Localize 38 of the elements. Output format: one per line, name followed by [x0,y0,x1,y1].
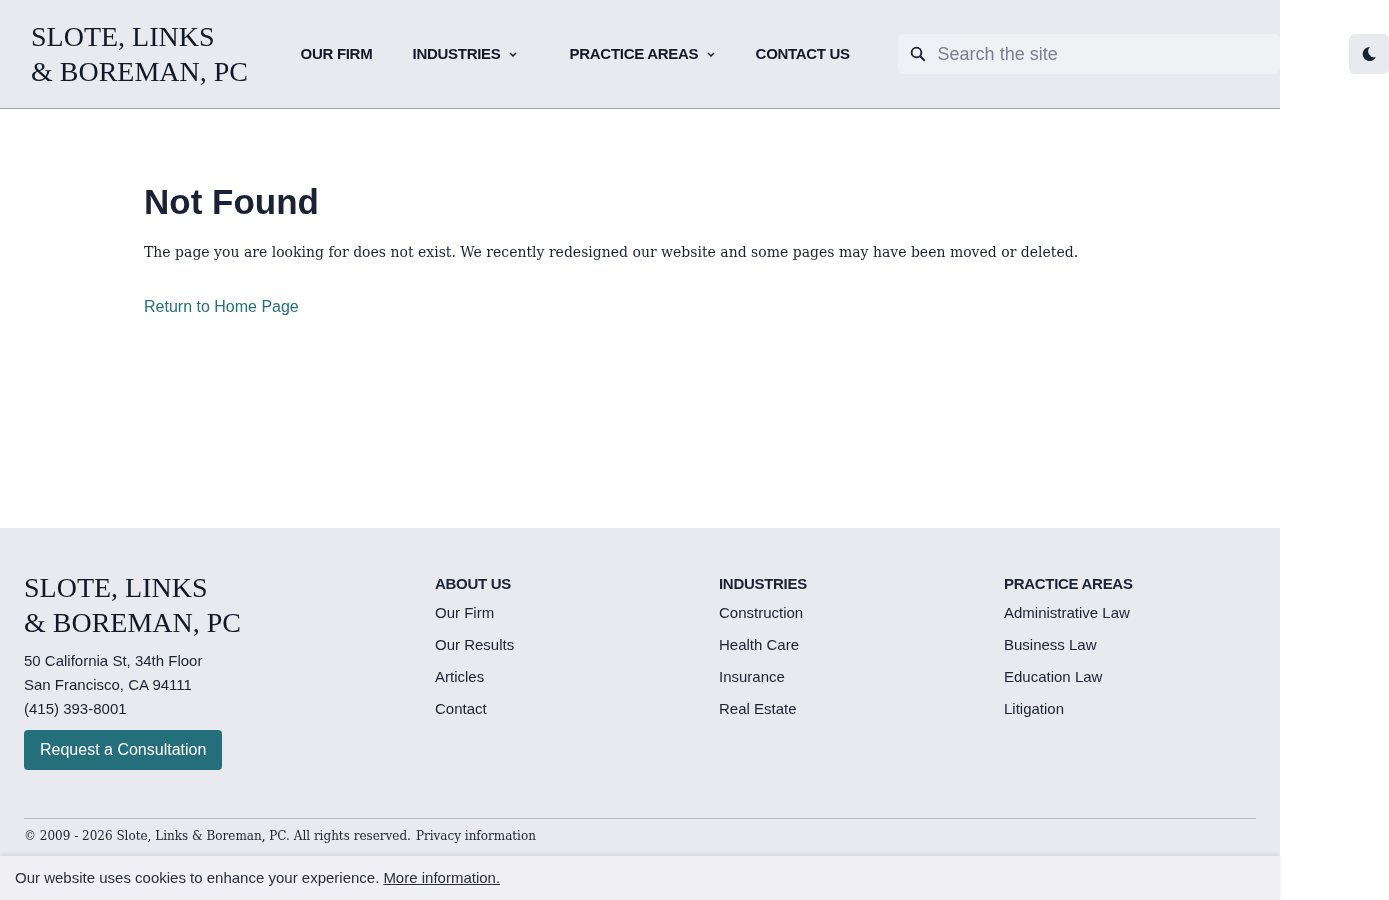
footer-link[interactable]: Insurance [719,665,785,689]
home-link[interactable]: Return to Home Page [144,295,299,319]
footer-link[interactable]: Administrative Law [1004,601,1130,625]
chevron-down-icon [508,50,519,58]
footer-link[interactable]: Our Results [435,633,515,657]
footer-link[interactable]: Real Estate [719,697,797,721]
footer-logo[interactable]: SLOTE, LINKS & BOREMAN, PC [24,570,435,640]
search-field[interactable]: Search the site [897,34,1280,74]
moon-icon [1361,46,1377,62]
privacy-link[interactable]: Privacy information [415,827,536,845]
nav-link[interactable]: CONTACT US [755,42,876,66]
footer-heading: PRACTICE AREAS [1004,574,1134,594]
footer-link[interactable]: Contact [435,697,487,721]
error-message: The page you are looking for does not exist. We recently redesigned our website and some pages may have been moved or deleted. [144,243,1080,262]
consultation-button[interactable]: Request a Consultation [24,730,223,770]
nav-link[interactable]: OUR FIRM [300,42,413,66]
footer-heading: ABOUT US [435,574,512,594]
footer-heading: INDUSTRIES [719,574,808,594]
address-line: 50 California St, 34th Floor [24,651,204,671]
dark-mode-button[interactable] [1349,34,1389,74]
footer-link[interactable]: Construction [719,601,804,625]
footer-link[interactable]: Articles [435,665,485,689]
footer-link[interactable]: Our Firm [435,601,495,625]
more-information-link[interactable]: More information. [383,866,501,890]
footer-link[interactable]: Health Care [719,633,800,657]
footer-link[interactable]: Litigation [1004,697,1065,721]
search-icon [908,45,927,63]
footer-link[interactable]: Business Law [1004,633,1097,657]
chevron-down-icon [706,50,717,58]
copyright-text: © 2009 - 2026 Slote, Links & Boreman, PC. All rights reserved. [24,828,411,845]
nav-link[interactable]: PRACTICE AREAS [569,42,756,66]
cookie-message: Our website uses cookies to enhance your experience. [15,867,380,888]
page-title: Not Found [144,182,320,222]
address-line: San Francisco, CA 94111 [24,675,193,695]
nav-link[interactable]: INDUSTRIES [412,42,570,66]
address-line: (415) 393-8001 [24,699,128,719]
site-logo[interactable]: SLOTE, LINKS & BOREMAN, PC [31,19,271,89]
footer-link[interactable]: Education Law [1004,665,1103,689]
